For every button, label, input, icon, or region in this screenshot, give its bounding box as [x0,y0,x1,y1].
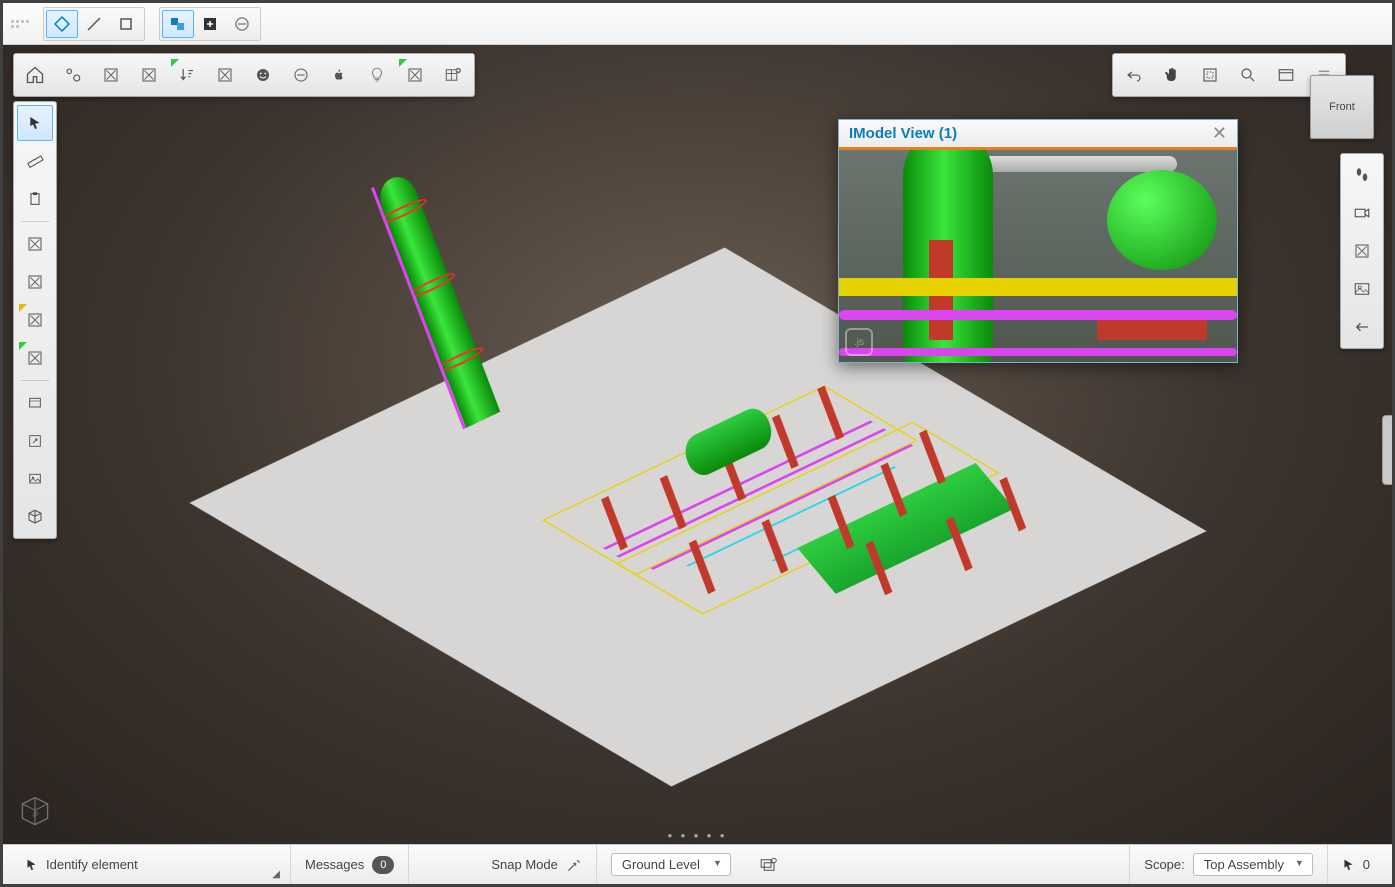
platform-lower [615,421,999,614]
scope-label: Scope: [1144,857,1184,872]
level-section: Ground Level [596,845,745,884]
support-column [945,516,991,622]
status-bar: Identify element ◢ Messages 0 Snap Mode … [3,844,1392,884]
camera-button[interactable] [1344,195,1380,231]
messages-count-badge: 0 [372,856,394,874]
drag-handle-icon[interactable] [11,12,29,36]
grid-add-button[interactable] [435,57,471,93]
zoom-button[interactable] [1230,57,1266,93]
photo-button[interactable] [1344,271,1380,307]
identify-section[interactable]: Identify element ◢ [11,845,291,884]
select-tool-button[interactable] [17,105,53,141]
active-corner-icon [19,342,27,350]
distillation-column [373,170,592,669]
cube-tool-button[interactable] [17,499,53,535]
add-selection-button[interactable] [194,10,226,38]
snap-mode-label: Snap Mode [491,857,558,872]
tool-box-d[interactable] [17,340,53,376]
tool-box-c[interactable] [17,302,53,338]
sort-down-button[interactable] [169,57,205,93]
identify-label: Identify element [46,857,138,872]
panel-expand-handle[interactable] [1382,415,1392,485]
scope-dropdown-label: Top Assembly [1204,857,1284,872]
svg-text:.js: .js [31,809,39,818]
walk-button[interactable] [1344,157,1380,193]
overlay-beam-yellow [839,278,1237,296]
level-dropdown-label: Ground Level [622,857,700,872]
main-toolbar [13,53,475,97]
overlay-title-text: IModel View (1) [849,125,957,142]
minus-circle-button[interactable] [283,57,319,93]
imodel-logo-icon: .js [845,328,873,356]
scope-section: Scope: Top Assembly [1129,845,1327,884]
close-icon[interactable]: ✕ [1212,123,1227,144]
expand-tool-button[interactable] [17,423,53,459]
cursor-icon [1342,858,1355,871]
snap-tool-group [43,7,145,41]
resize-handle-icon[interactable]: ● ● ● ● ● [667,831,727,840]
emoji-button[interactable] [245,57,281,93]
tool-box-b[interactable] [17,264,53,300]
tool-box-a[interactable] [17,226,53,262]
tool-box-2[interactable] [131,57,167,93]
pan-button[interactable] [1154,57,1190,93]
clipboard-tool-button[interactable] [17,181,53,217]
right-edge-toolbar [1340,153,1384,349]
overlay-pipe-magenta [839,310,1237,320]
cursor-icon [25,858,38,871]
active-corner-icon [19,304,27,312]
remove-selection-button[interactable] [226,10,258,38]
window-view-button[interactable] [1268,57,1304,93]
snap-point-button[interactable] [46,10,78,38]
bulb-button[interactable] [359,57,395,93]
undo-button[interactable] [1116,57,1152,93]
fit-view-button[interactable] [1192,57,1228,93]
scope-dropdown[interactable]: Top Assembly [1193,853,1313,876]
support-column [999,476,1045,582]
active-corner-icon [171,59,179,67]
window-tool-button[interactable] [17,385,53,421]
snap-rect-button[interactable] [110,10,142,38]
image-tool-button[interactable] [17,461,53,497]
measure-tool-button[interactable] [17,143,53,179]
tool-box-4[interactable] [397,57,433,93]
left-toolbar [13,101,57,539]
viewport-3d[interactable]: Front [3,45,1392,844]
view-cube[interactable]: Front [1310,75,1374,139]
messages-section[interactable]: Messages 0 [291,845,409,884]
messages-label: Messages [305,857,364,872]
apple-button[interactable] [321,57,357,93]
imodel-logo-icon: .js [17,794,53,830]
tool-box-1[interactable] [93,57,129,93]
view-cube-label: Front [1329,101,1355,113]
dropdown-indicator-icon: ◢ [272,869,280,880]
selection-count-section[interactable]: 0 [1328,845,1384,884]
selection-count: 0 [1363,857,1370,872]
level-dropdown[interactable]: Ground Level [611,853,731,876]
vertical-pipe [370,186,557,670]
overlay-vessel [1107,170,1217,270]
tool-box-3[interactable] [207,57,243,93]
snap-arrow-icon [566,857,582,873]
home-button[interactable] [17,57,53,93]
selection-tool-group [159,7,261,41]
active-corner-icon [399,59,407,67]
snap-mode-section[interactable]: Snap Mode [409,845,596,884]
overlay-viewport[interactable]: .js [839,150,1237,362]
layers-icon [759,856,777,874]
right-box-x-button[interactable] [1344,233,1380,269]
top-toolbar [3,3,1392,45]
snap-line-button[interactable] [78,10,110,38]
settings-button[interactable] [55,57,91,93]
layers-section[interactable] [745,845,791,884]
overlay-pipe-magenta-2 [839,348,1237,356]
back-arrow-button[interactable] [1344,309,1380,345]
overlay-titlebar[interactable]: IModel View (1) ✕ [839,120,1237,150]
imodel-view-overlay[interactable]: IModel View (1) ✕ .js [838,119,1238,363]
selection-set-button[interactable] [162,10,194,38]
